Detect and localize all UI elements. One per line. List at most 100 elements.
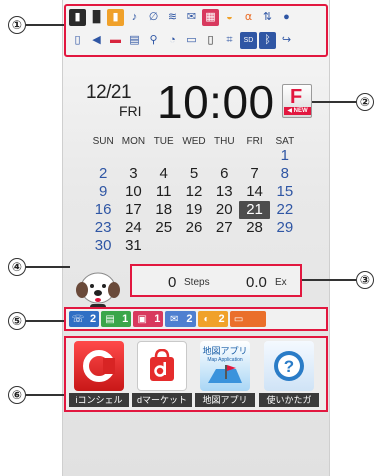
calendar-day[interactable]: 7 xyxy=(239,165,269,183)
dmarket-icon xyxy=(137,341,187,391)
battery-icon: ▮ xyxy=(107,9,124,26)
car-icon: ▬ xyxy=(110,34,121,46)
wifi-icon: ≋ xyxy=(167,11,178,23)
notif-mail[interactable]: ✉ 2 xyxy=(165,311,196,327)
notif-message[interactable]: ▭ xyxy=(229,311,266,327)
timer-icon: ◔ xyxy=(169,34,176,46)
sync-icon: ⇅ xyxy=(262,11,273,23)
calendar-day[interactable]: 29 xyxy=(270,219,300,237)
calendar-day[interactable]: 5 xyxy=(179,165,209,183)
sms-icon: ▣ xyxy=(137,313,147,325)
weekday-label: TUE xyxy=(153,136,174,147)
date-label: 12/21 xyxy=(86,82,132,103)
notif-count: 2 xyxy=(218,313,225,325)
calendar-day[interactable]: 6 xyxy=(209,165,239,183)
app-map[interactable]: 地図アプリ Map Application 地図アプリ xyxy=(194,341,256,409)
weekday-label: MON xyxy=(121,136,146,147)
f-new-icon[interactable]: F ◀ NEW xyxy=(282,84,312,118)
calendar-day xyxy=(209,237,239,255)
calendar-day[interactable]: 30 xyxy=(88,237,118,255)
guide-icon: ? xyxy=(264,341,314,391)
calendar-day[interactable]: 8 xyxy=(270,165,300,183)
calendar-day[interactable]: 1 xyxy=(270,147,300,165)
steps-unit: Steps xyxy=(184,277,210,288)
ir-icon: ⌗ xyxy=(226,34,233,46)
calendar-day[interactable]: 2 xyxy=(88,165,118,183)
calendar-day[interactable]: 20 xyxy=(209,201,239,219)
calendar-day[interactable]: 23 xyxy=(88,219,118,237)
pedometer-widget[interactable]: 0 Steps 0.0 Ex xyxy=(130,264,302,297)
notification-bar: ☏ 2 ▤ 1 ▣ 1 ✉ 2 ◐ 2 ▭ xyxy=(64,307,328,331)
callout-4: ④ xyxy=(8,258,26,276)
notif-voicemail[interactable]: ▤ 1 xyxy=(101,311,132,327)
calendar-day[interactable]: 12 xyxy=(179,183,209,201)
keyboard-icon: ▤ xyxy=(129,34,140,46)
calendar-week: 30 31 xyxy=(88,237,300,255)
calendar-day[interactable]: 21 xyxy=(239,201,270,219)
weekday-label: FRI xyxy=(246,136,263,147)
map-tile-title: 地図アプリ xyxy=(202,346,248,356)
calendar-day[interactable]: 13 xyxy=(209,183,239,201)
notif-missed-call[interactable]: ☏ 2 xyxy=(69,311,100,327)
app-iconcier[interactable]: iコンシェル xyxy=(68,341,130,409)
calendar-day[interactable]: 28 xyxy=(239,219,269,237)
notif-news[interactable]: ◐ 2 xyxy=(197,311,228,327)
calendar-day[interactable]: 9 xyxy=(88,183,118,201)
bubble-icon: ● xyxy=(283,11,290,23)
callout-5-leader xyxy=(26,320,64,322)
ex-value: 0.0 xyxy=(246,274,267,291)
omakase-lock-icon: ◒ xyxy=(226,11,233,23)
notif-count: 2 xyxy=(186,313,193,325)
news-icon: ◐ xyxy=(203,313,210,325)
callout-2: ② xyxy=(356,93,374,111)
weekday-label: WED xyxy=(182,136,206,147)
app-dmarket[interactable]: dマーケット xyxy=(131,341,193,409)
silent-icon: ∅ xyxy=(148,11,159,23)
calendar-day[interactable]: 14 xyxy=(239,183,269,201)
calendar-day xyxy=(239,237,269,255)
day-label: FRI xyxy=(119,103,142,119)
status-row-1: ▮ ▐▌ ▮ ♪ ∅ ≋ ✉ ▦ ◒ ⍺ ⇅ ● xyxy=(69,9,295,26)
calendar-day[interactable]: 19 xyxy=(179,201,209,219)
call-forward-icon: ↪ xyxy=(281,34,292,46)
calendar-day[interactable]: 25 xyxy=(149,219,179,237)
walk-icon: ⚲ xyxy=(149,34,158,46)
app-dock: iコンシェル dマーケット 地図アプリ Map Application 地図アプ… xyxy=(64,336,328,412)
status-row-2: ▯ ◀ ▬ ▤ ⚲ ◔ ▭ ▯ ⌗ SD ᛒ ↪ xyxy=(69,32,295,49)
calendar-day[interactable]: 31 xyxy=(118,237,148,255)
ex-unit: Ex xyxy=(275,277,287,288)
calendar-day[interactable]: 24 xyxy=(118,219,148,237)
notif-count: 1 xyxy=(154,313,161,325)
antenna-icon: ▐▌ xyxy=(88,11,105,23)
missed-call-icon: ☏ xyxy=(71,313,85,325)
app-guide[interactable]: ? 使いかたガ xyxy=(258,341,320,409)
calendar-day[interactable]: 18 xyxy=(149,201,179,219)
calendar-week: 23 24 25 26 27 28 29 xyxy=(88,219,300,237)
signal-icon: ▮ xyxy=(69,9,86,26)
calendar-weekdays: SUN MON TUE WED THU FRI SAT xyxy=(88,136,300,147)
calendar-week: 2345678 xyxy=(88,165,300,183)
calendar-day[interactable]: 11 xyxy=(149,183,179,201)
calendar-day[interactable]: 15 xyxy=(270,183,300,201)
callout-1: ① xyxy=(8,16,26,34)
steps-count: 0 xyxy=(168,274,177,291)
calendar-day[interactable]: 10 xyxy=(118,183,148,201)
notif-sms[interactable]: ▣ 1 xyxy=(133,311,164,327)
calendar-day[interactable]: 3 xyxy=(118,165,148,183)
map-app-icon: 地図アプリ Map Application xyxy=(200,341,250,391)
alarm-icon: ⍺ xyxy=(244,11,253,23)
weekday-label: THU xyxy=(213,136,235,147)
calendar-day[interactable]: 17 xyxy=(118,201,148,219)
calendar-day[interactable]: 26 xyxy=(179,219,209,237)
calendar-day[interactable]: 16 xyxy=(88,201,118,219)
callout-3-leader xyxy=(302,279,356,281)
mail-icon: ✉ xyxy=(170,313,179,325)
callout-3: ③ xyxy=(356,271,374,289)
calendar-day xyxy=(149,237,179,255)
calendar-day[interactable]: 27 xyxy=(209,219,239,237)
calendar-day[interactable]: 4 xyxy=(149,165,179,183)
speaker-icon: ◀ xyxy=(92,34,101,46)
card-icon: ▭ xyxy=(186,34,197,46)
calendar-week: 9 10 11 12 13 14 15 xyxy=(88,183,300,201)
calendar-day[interactable]: 22 xyxy=(270,201,300,219)
